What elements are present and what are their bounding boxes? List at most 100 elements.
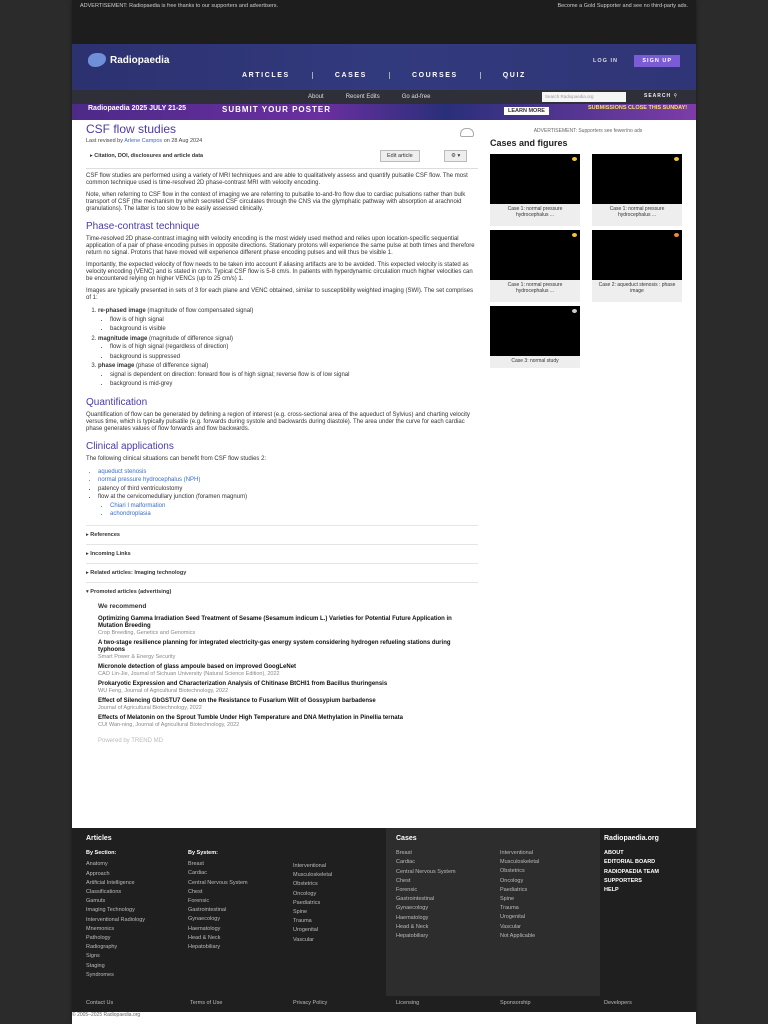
section-related-articles[interactable]: ▸ Related articles: Imaging technology <box>86 562 478 582</box>
footer-link[interactable]: Gynaecology <box>396 904 456 913</box>
footer-link[interactable]: Spine <box>293 908 332 917</box>
section-references[interactable]: ▸ References <box>86 524 478 544</box>
search-input[interactable]: Search Radiopaedia.org <box>542 92 626 102</box>
footer-link[interactable]: Hepatobiliary <box>188 943 248 952</box>
footer-link[interactable]: Cardiac <box>396 858 456 867</box>
case-thumbnail[interactable]: Case 1: normal pressure hydrocephalus ..… <box>592 154 682 226</box>
footer-link[interactable]: Obstetrics <box>500 867 539 876</box>
footer-link[interactable]: Vascular <box>293 936 332 945</box>
nav-cases[interactable]: CASES <box>311 72 389 79</box>
footer-link[interactable]: Interventional <box>293 862 332 871</box>
footer-link[interactable]: Syndromes <box>86 971 145 980</box>
footer-link[interactable]: Vascular <box>500 923 539 932</box>
footer-cases-title[interactable]: Cases <box>396 834 456 843</box>
footer-org-title[interactable]: Radiopaedia.org <box>604 834 659 843</box>
footer-link[interactable]: HELP <box>604 886 659 895</box>
footer-link[interactable]: Musculoskeletal <box>500 858 539 867</box>
footer-link[interactable]: RADIOPAEDIA TEAM <box>604 868 659 877</box>
footer-link[interactable]: Oncology <box>293 890 332 899</box>
banner-learn-more[interactable]: LEARN MORE <box>504 107 549 115</box>
list-item[interactable]: Prokaryotic Expression and Characterizat… <box>98 681 478 694</box>
subnav-recent-edits[interactable]: Recent Edits <box>346 94 380 100</box>
subnav-about[interactable]: About <box>308 94 324 100</box>
footer-link[interactable]: Gastrointestinal <box>188 906 248 915</box>
footer-link[interactable]: Head & Neck <box>396 923 456 932</box>
list-item[interactable]: aqueduct stenosis <box>98 468 478 477</box>
list-item[interactable]: Chiari I malformation <box>110 502 478 511</box>
promo-banner[interactable]: Radiopaedia 2025 JULY 21-25 SUBMIT YOUR … <box>72 104 696 120</box>
footer-link[interactable]: Approach <box>86 870 145 879</box>
author-link[interactable]: Arlene Campos <box>124 138 162 144</box>
footer-licensing[interactable]: Licensing <box>396 1000 419 1006</box>
footer-link[interactable]: Hepatobiliary <box>396 932 456 941</box>
footer-link[interactable]: Paediatrics <box>500 886 539 895</box>
footer-link[interactable]: Pathology <box>86 934 145 943</box>
case-thumbnail[interactable]: Case 1: normal pressure hydrocephalus ..… <box>490 230 580 302</box>
footer-link[interactable]: Not Applicable <box>500 932 539 941</box>
footer-link[interactable]: Staging <box>86 962 145 971</box>
list-item[interactable]: normal pressure hydrocephalus (NPH) <box>98 476 478 485</box>
footer-developers[interactable]: Developers <box>604 1000 632 1006</box>
powered-by-trendmd[interactable]: Powered by TREND MD <box>98 738 478 744</box>
footer-link[interactable]: Oncology <box>500 877 539 886</box>
footer-link[interactable]: Urogenital <box>500 913 539 922</box>
footer-link[interactable]: Haematology <box>188 925 248 934</box>
footer-link[interactable]: Mnemonics <box>86 925 145 934</box>
edit-article-button[interactable]: Edit article <box>380 150 420 162</box>
footer-link[interactable]: Anatomy <box>86 860 145 869</box>
footer-link[interactable]: Breast <box>188 860 248 869</box>
list-item[interactable]: achondroplasia <box>110 510 478 519</box>
footer-link[interactable]: Urogenital <box>293 926 332 935</box>
footer-link[interactable]: Forensic <box>188 897 248 906</box>
footer-link[interactable]: Central Nervous System <box>188 879 248 888</box>
footer-link[interactable]: Breast <box>396 849 456 858</box>
list-item[interactable]: Effects of Melatonin on the Sprout Tumbl… <box>98 715 478 728</box>
footer-contact[interactable]: Contact Us <box>86 1000 113 1006</box>
footer-link[interactable]: Haematology <box>396 914 456 923</box>
case-thumbnail[interactable]: Case 2: aqueduct stenosis : phase image <box>592 230 682 302</box>
footer-link[interactable]: Classifications <box>86 888 145 897</box>
nav-quiz[interactable]: QUIZ <box>479 72 548 79</box>
case-thumbnail[interactable]: Case 1: normal pressure hydrocephalus ..… <box>490 154 580 226</box>
list-item[interactable]: Micronole detection of glass ampoule bas… <box>98 664 478 677</box>
site-logo[interactable]: Radiopaedia <box>88 53 169 67</box>
footer-link[interactable]: Artificial Intelligence <box>86 879 145 888</box>
search-button[interactable]: SEARCH ⚲ <box>644 93 678 99</box>
footer-link[interactable]: Musculoskeletal <box>293 871 332 880</box>
footer-articles-title[interactable]: Articles <box>86 834 145 843</box>
footer-link[interactable]: Gastrointestinal <box>396 895 456 904</box>
citation-toggle[interactable]: ▸ Citation, DOI, disclosures and article… <box>90 153 203 159</box>
section-incoming-links[interactable]: ▸ Incoming Links <box>86 543 478 563</box>
footer-link[interactable]: SUPPORTERS <box>604 877 659 886</box>
case-thumbnail[interactable]: Case 3: normal study <box>490 306 580 368</box>
footer-link[interactable]: Radiography <box>86 943 145 952</box>
list-item[interactable]: Effect of Silencing GbGSTU7 Gene on the … <box>98 698 478 711</box>
footer-terms[interactable]: Terms of Use <box>190 1000 222 1006</box>
footer-link[interactable]: Interventional Radiology <box>86 916 145 925</box>
footer-link[interactable]: Head & Neck <box>188 934 248 943</box>
heart-icon[interactable] <box>460 128 474 137</box>
list-item[interactable]: A two-stage resilience planning for inte… <box>98 640 478 660</box>
footer-link[interactable]: Gynaecology <box>188 915 248 924</box>
footer-link[interactable]: Trauma <box>500 904 539 913</box>
footer-link[interactable]: Signs <box>86 952 145 961</box>
footer-link[interactable]: Chest <box>396 877 456 886</box>
footer-link[interactable]: Cardiac <box>188 869 248 878</box>
footer-link[interactable]: Trauma <box>293 917 332 926</box>
subnav-go-ad-free[interactable]: Go ad-free <box>402 94 431 100</box>
footer-link[interactable]: Paediatrics <box>293 899 332 908</box>
footer-link[interactable]: Spine <box>500 895 539 904</box>
footer-link[interactable]: Obstetrics <box>293 880 332 889</box>
list-item[interactable]: Optimizing Gamma Irradiation Seed Treatm… <box>98 616 478 636</box>
signup-button[interactable]: SIGN UP <box>634 55 680 67</box>
footer-privacy[interactable]: Privacy Policy <box>293 1000 327 1006</box>
footer-link[interactable]: Interventional <box>500 849 539 858</box>
footer-link[interactable]: EDITORIAL BOARD <box>604 858 659 867</box>
footer-sponsorship[interactable]: Sponsorship <box>500 1000 531 1006</box>
login-link[interactable]: LOG IN <box>593 58 618 64</box>
ad-top-right[interactable]: Become a Gold Supporter and see no third… <box>557 3 688 11</box>
footer-link[interactable]: Chest <box>188 888 248 897</box>
gear-icon[interactable]: ⚙ ▾ <box>444 150 468 162</box>
footer-link[interactable]: Central Nervous System <box>396 868 456 877</box>
footer-link[interactable]: Forensic <box>396 886 456 895</box>
